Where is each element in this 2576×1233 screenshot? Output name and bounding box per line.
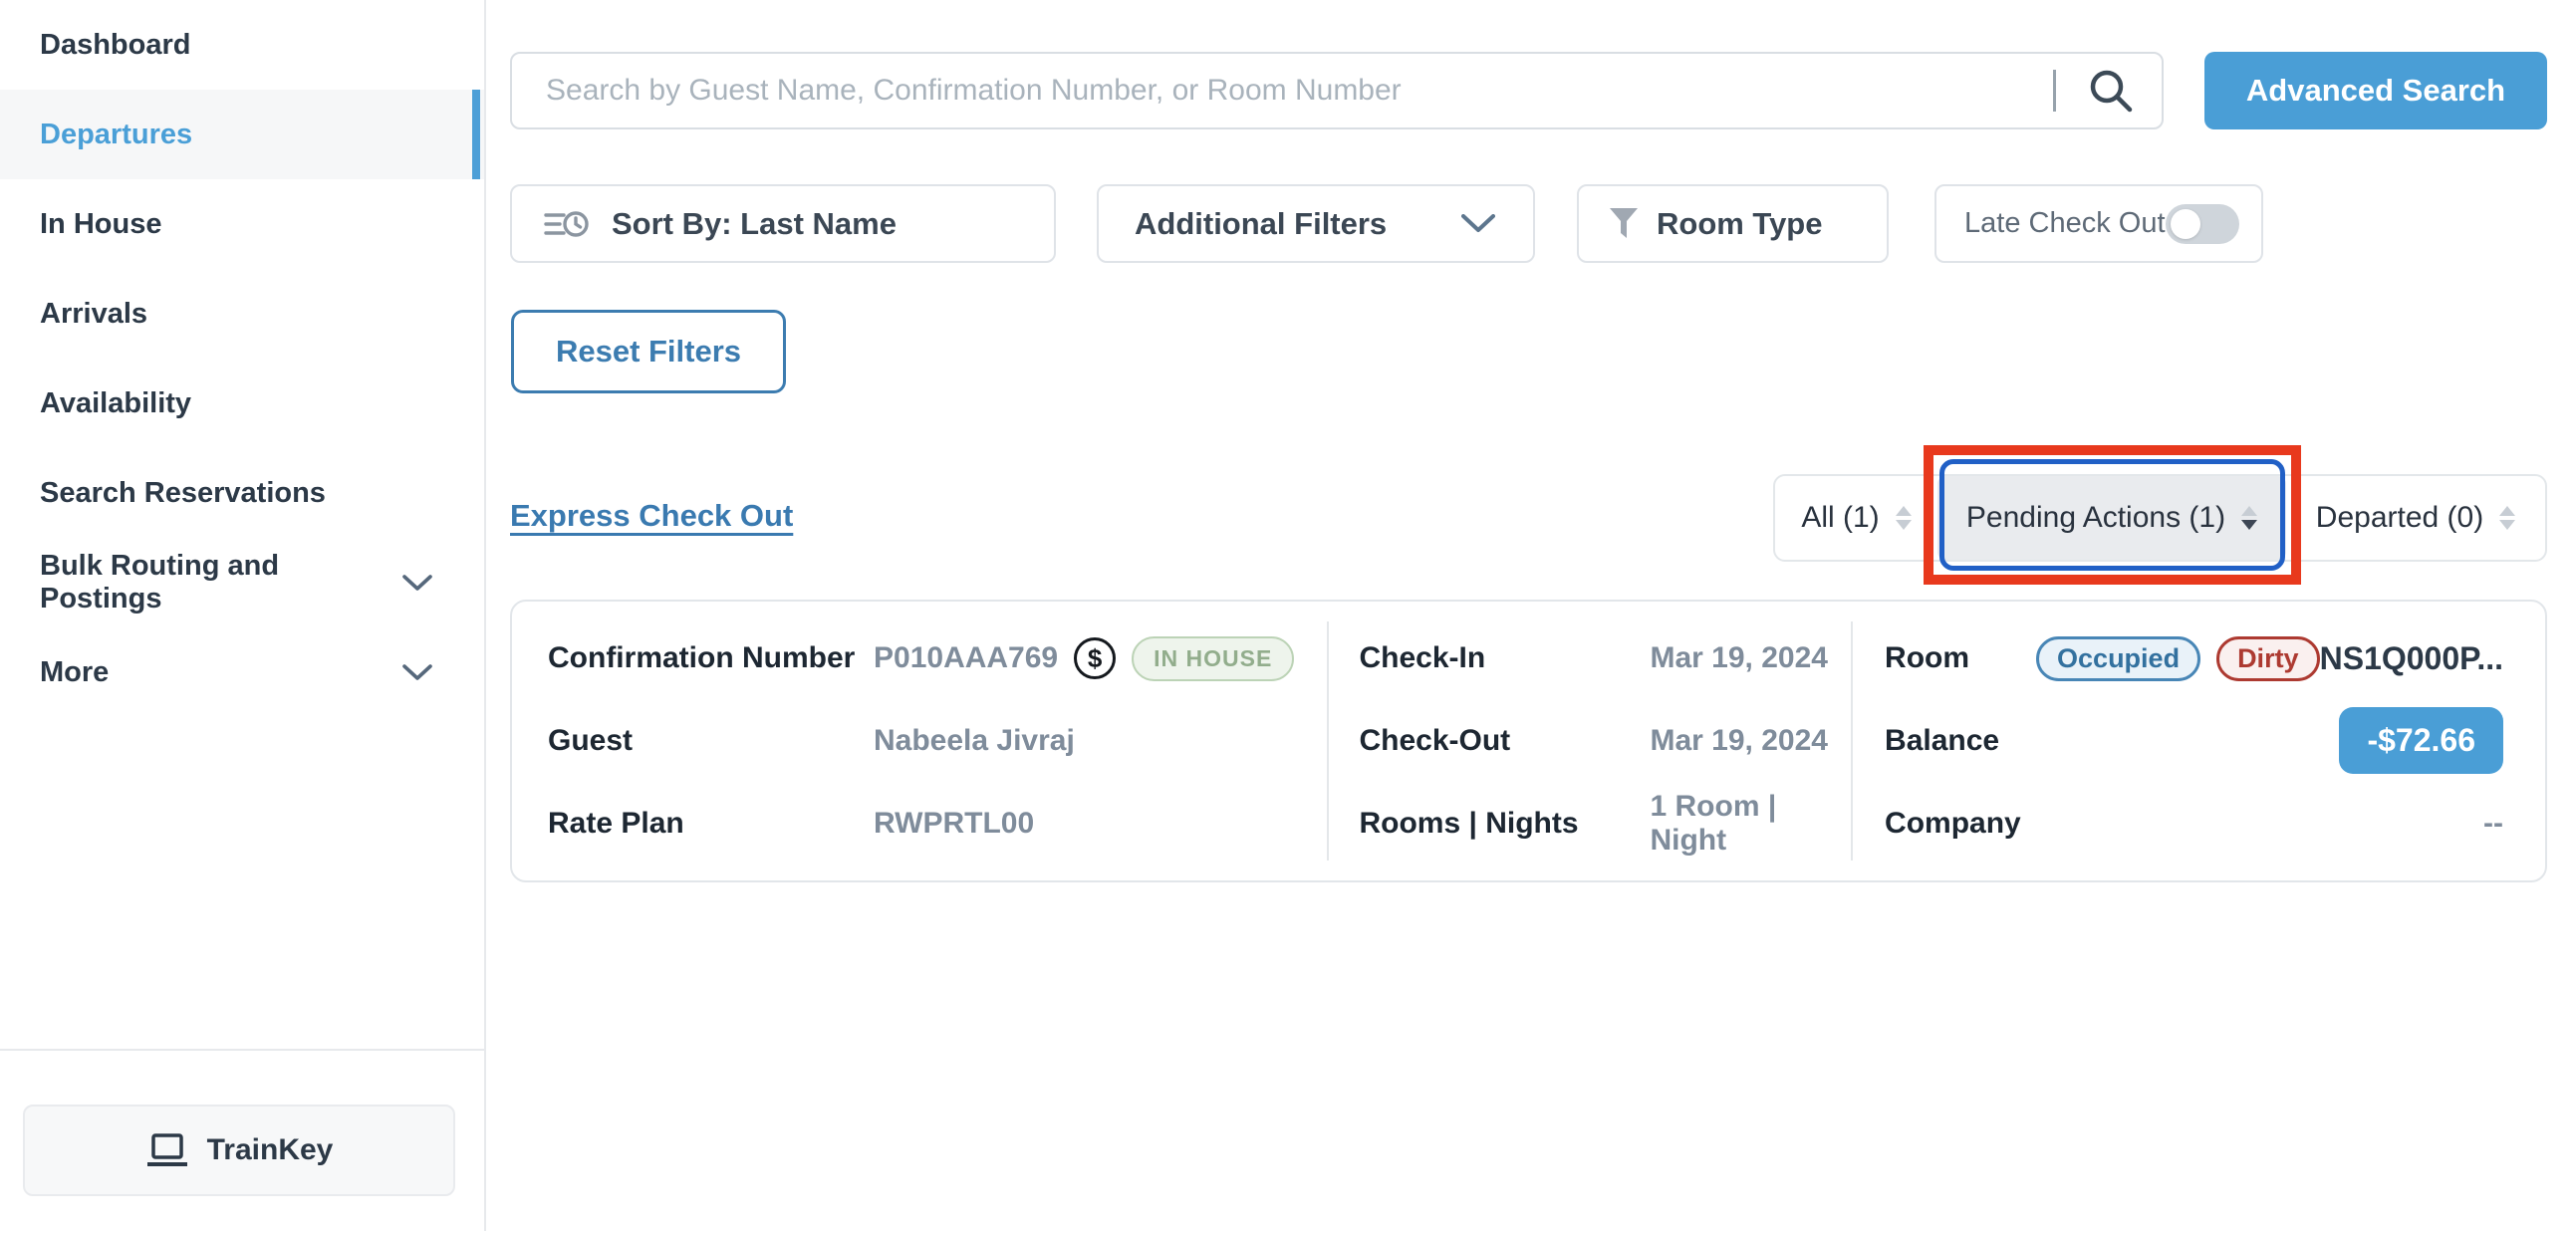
reservation-card-col-1: Confirmation Number P010AAA769 $ IN HOUS… (512, 602, 1327, 880)
sidebar-item-label: Arrivals (40, 298, 147, 331)
tab-all[interactable]: All (1) (1775, 476, 1937, 560)
sidebar-item-in-house[interactable]: In House (0, 179, 484, 269)
room-row: Room Occupied Dirty NS1Q000P... (1885, 617, 2503, 700)
page: Dashboard Departures In House Arrivals A… (0, 0, 2576, 1231)
rooms-nights-label: Rooms | Nights (1359, 807, 1650, 841)
company-label: Company (1885, 807, 2036, 841)
funnel-icon (1609, 207, 1639, 241)
chevron-down-icon (402, 664, 432, 681)
dirty-status-pill: Dirty (2216, 636, 2320, 681)
sidebar-item-arrivals[interactable]: Arrivals (0, 269, 484, 359)
late-checkout-filter: Late Check Out (1934, 184, 2263, 263)
sidebar-item-bulk-routing[interactable]: Bulk Routing and Postings (0, 538, 484, 627)
reservation-card: Confirmation Number P010AAA769 $ IN HOUS… (510, 600, 2547, 882)
room-label: Room (1885, 641, 2036, 675)
room-number: NS1Q000P... (2320, 640, 2503, 677)
reservation-card-col-2: Check-In Mar 19, 2024 Check-Out Mar 19, … (1329, 602, 1851, 880)
check-in-date: Mar 19, 2024 (1650, 641, 1827, 675)
rate-plan-row: Rate Plan RWPRTL00 (548, 782, 1307, 864)
in-house-badge: IN HOUSE (1132, 636, 1294, 681)
sort-carets-icon (2241, 506, 2257, 530)
search-bar (510, 52, 2164, 129)
chevron-down-icon (1461, 214, 1495, 233)
search-icon[interactable] (2086, 66, 2136, 116)
occupied-status-pill: Occupied (2036, 636, 2200, 681)
check-out-label: Check-Out (1359, 724, 1650, 758)
tab-departed-label: Departed (0) (2316, 501, 2483, 535)
advanced-search-button[interactable]: Advanced Search (2204, 52, 2547, 129)
sidebar-item-availability[interactable]: Availability (0, 359, 484, 448)
rooms-nights-value: 1 Room | Night (1650, 790, 1835, 858)
sort-carets-icon (1896, 506, 1912, 530)
sidebar-item-label: In House (40, 208, 161, 241)
room-type-filter[interactable]: Room Type (1577, 184, 1889, 263)
sort-by-button[interactable]: Sort By: Last Name (510, 184, 1056, 263)
confirmation-row: Confirmation Number P010AAA769 $ IN HOUS… (548, 617, 1307, 700)
check-out-date: Mar 19, 2024 (1650, 724, 1827, 758)
balance-label: Balance (1885, 724, 2036, 758)
search-divider (2053, 70, 2056, 112)
company-row: Company -- (1885, 782, 2503, 864)
sidebar-item-search-reservations[interactable]: Search Reservations (0, 448, 484, 538)
tab-all-label: All (1) (1801, 501, 1879, 535)
confirmation-label: Confirmation Number (548, 641, 874, 675)
trainkey-label: TrainKey (207, 1133, 334, 1167)
sort-clock-icon (544, 206, 590, 242)
guest-row: Guest Nabeela Jivraj (548, 700, 1307, 783)
tab-pending-actions-label: Pending Actions (1) (1966, 501, 2225, 535)
sidebar-item-departures[interactable]: Departures (0, 90, 484, 179)
sidebar-item-dashboard[interactable]: Dashboard (0, 0, 484, 90)
sidebar: Dashboard Departures In House Arrivals A… (0, 0, 486, 1231)
late-checkout-label: Late Check Out (1964, 207, 2166, 240)
room-type-label: Room Type (1657, 206, 1823, 242)
check-out-row: Check-Out Mar 19, 2024 (1359, 700, 1835, 783)
sidebar-item-label: Departures (40, 119, 192, 151)
company-value: -- (2483, 807, 2503, 841)
tab-departed[interactable]: Departed (0) (2286, 476, 2545, 560)
sidebar-item-label: Dashboard (40, 29, 190, 62)
sidebar-footer: TrainKey (0, 1049, 484, 1233)
additional-filters-label: Additional Filters (1135, 206, 1387, 242)
express-check-out-link[interactable]: Express Check Out (510, 498, 793, 534)
sort-by-label: Sort By: Last Name (612, 206, 897, 242)
balance-amount-chip[interactable]: -$72.66 (2339, 707, 2503, 774)
trainkey-button[interactable]: TrainKey (23, 1105, 455, 1196)
dollar-icon[interactable]: $ (1074, 637, 1116, 679)
search-input[interactable] (512, 74, 2053, 108)
chevron-down-icon (402, 575, 432, 592)
rooms-nights-row: Rooms | Nights 1 Room | Night (1359, 782, 1835, 864)
toggle-knob (2171, 209, 2200, 239)
sort-carets-icon (2499, 506, 2515, 530)
tab-pending-actions[interactable]: Pending Actions (1) (1937, 476, 2286, 560)
sidebar-item-label: More (40, 656, 109, 689)
guest-label: Guest (548, 724, 874, 758)
rate-plan-label: Rate Plan (548, 807, 874, 841)
departures-tab-bar: All (1) Pending Actions (1) Departed (0) (1773, 474, 2547, 562)
check-in-label: Check-In (1359, 641, 1650, 675)
sidebar-item-label: Availability (40, 387, 191, 420)
sidebar-item-more[interactable]: More (0, 627, 484, 717)
sidebar-item-label: Bulk Routing and Postings (40, 550, 402, 616)
reservation-card-col-3: Room Occupied Dirty NS1Q000P... Balance … (1853, 602, 2545, 880)
check-in-row: Check-In Mar 19, 2024 (1359, 617, 1835, 700)
reset-filters-button[interactable]: Reset Filters (511, 310, 786, 393)
laptop-icon (145, 1133, 189, 1167)
balance-row: Balance -$72.66 (1885, 700, 2503, 783)
confirmation-value-group: P010AAA769 $ IN HOUSE (874, 636, 1294, 681)
additional-filters-dropdown[interactable]: Additional Filters (1097, 184, 1535, 263)
rate-plan-value: RWPRTL00 (874, 807, 1034, 841)
guest-name: Nabeela Jivraj (874, 724, 1075, 758)
late-checkout-toggle[interactable] (2166, 204, 2239, 244)
confirmation-number: P010AAA769 (874, 641, 1058, 675)
sidebar-item-label: Search Reservations (40, 477, 326, 510)
